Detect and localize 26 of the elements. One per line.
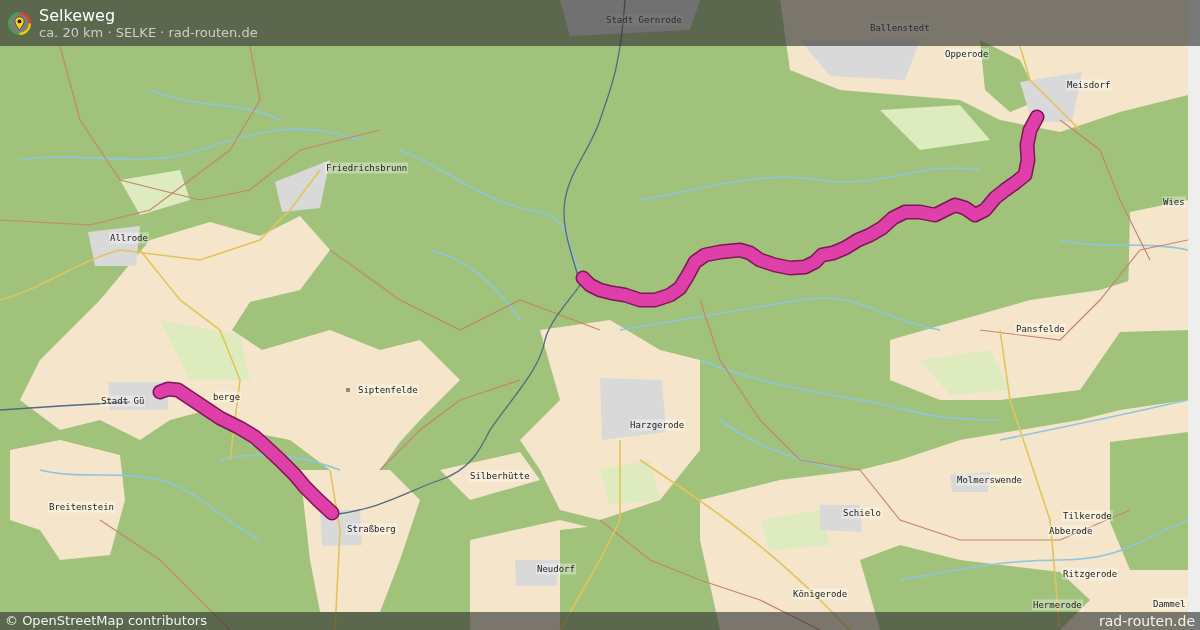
attribution-text: © OpenStreetMap contributors [5, 613, 207, 629]
place-label: Silberhütte [469, 470, 531, 482]
place-label: Pansfelde [1015, 323, 1066, 335]
place-label: Neudorf [536, 563, 576, 575]
place-label: Ritzgerode [1062, 568, 1119, 580]
place-label: Abberode [1048, 525, 1094, 537]
place-label: Tilkerode [1062, 510, 1113, 522]
place-label: Breitenstein [48, 501, 116, 513]
place-label: Siptenfelde [357, 384, 419, 396]
route-subtitle: ca. 20 km · SELKE · rad-routen.de [39, 24, 258, 40]
place-label: Molmerswende [956, 474, 1024, 486]
place-label: Königerode [792, 588, 849, 600]
place-label: Opperode [944, 48, 990, 60]
place-label: Meisdorf [1066, 79, 1112, 91]
site-credit: rad-routen.de [1098, 612, 1195, 630]
place-label: berge [212, 391, 242, 403]
place-label: Friedrichsbrunn [325, 162, 409, 174]
place-label: Dammel [1152, 598, 1187, 610]
place-label: Harzgerode [629, 419, 686, 431]
place-label: Wies [1162, 196, 1186, 208]
place-label: Allrode [109, 232, 149, 244]
place-label: Hermerode [1032, 599, 1083, 611]
place-label: Straßberg [346, 523, 397, 535]
place-label: Schielo [842, 507, 882, 519]
route-title: Selkeweg [39, 6, 117, 25]
place-label: Stadt Gü [100, 395, 146, 407]
